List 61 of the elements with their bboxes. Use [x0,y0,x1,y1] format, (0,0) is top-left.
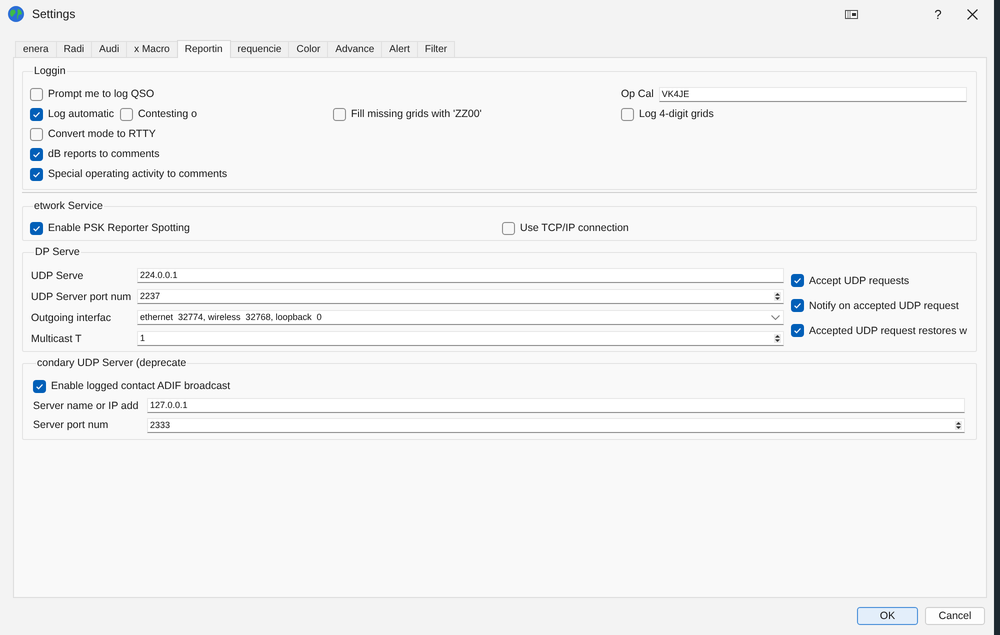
field-label: Op Cal [621,88,654,100]
checkbox[interactable] [791,324,804,337]
checkbox-label[interactable]: Accepted UDP request restores w [809,324,967,336]
spin-box[interactable]: 2237 [137,289,784,304]
tab[interactable]: enera [15,41,57,57]
checkbox-label[interactable]: Use TCP/IP connection [520,222,629,234]
spin-box[interactable]: 1 [137,331,784,346]
chevron-down-icon[interactable] [771,315,780,320]
spin-box[interactable]: 2333 [147,418,965,433]
tab[interactable]: Filter [416,41,456,57]
globe-icon [8,6,24,22]
text-field[interactable]: 127.0.0.1 [147,398,965,414]
window-icon[interactable] [845,10,858,18]
checkbox-label[interactable]: Accept UDP requests [809,274,910,286]
field-label: Multicast T [31,332,83,344]
checkbox[interactable] [30,148,43,160]
text-field[interactable]: VK4JE [658,86,967,102]
checkbox-label[interactable]: Contesting o [138,108,197,120]
checkbox[interactable] [30,168,43,180]
checkbox-label[interactable]: Enable PSK Reporter Spotting [48,222,190,234]
checkbox[interactable] [30,88,43,100]
spin-arrows-icon[interactable] [774,334,781,343]
text-field[interactable]: 224.0.0.1 [137,268,784,283]
field-label: Server name or IP add [33,400,140,412]
checkbox[interactable] [30,108,43,120]
group-title: DP Serve [34,246,81,258]
tab[interactable]: requencie [230,41,290,57]
checkbox[interactable] [502,222,515,234]
checkbox-label[interactable]: Log 4-digit grids [639,108,714,120]
help-button[interactable]: ? [926,0,950,28]
checkbox[interactable] [30,222,43,234]
checkbox[interactable] [33,380,46,392]
checkbox-label[interactable]: Prompt me to log QSO [48,88,154,100]
checkbox-label[interactable]: Special operating activity to comments [48,168,228,180]
tab[interactable]: Reportin [176,40,231,58]
checkbox-label[interactable]: Log automatic [48,108,114,120]
spin-arrows-icon[interactable] [955,420,962,430]
checkbox[interactable] [621,108,634,120]
checkbox-label[interactable]: Fill missing grids with 'ZZ00' [351,108,482,120]
checkbox[interactable] [333,108,346,120]
dialog-button[interactable]: Cancel [925,607,985,625]
field-label: Outgoing interfac [31,312,112,324]
close-icon [966,8,978,20]
checkbox[interactable] [791,274,804,287]
dropdown[interactable]: ethernet 32774, wireless 32768, loopback 0 [137,310,784,325]
window-title: Settings [32,7,76,21]
checkbox[interactable] [120,108,133,120]
checkbox[interactable] [30,128,43,140]
group-title: etwork Service [33,200,104,212]
checkbox[interactable] [791,299,804,312]
group-title: Loggin [33,65,67,77]
field-label: UDP Server port num [31,290,132,302]
checkbox-label[interactable]: Notify on accepted UDP request [809,300,959,312]
checkbox-label[interactable]: Enable logged contact ADIF broadcast [51,380,230,392]
checkbox-label[interactable]: Convert mode to RTTY [48,128,156,140]
checkbox-label[interactable]: dB reports to comments [48,148,160,160]
spin-arrows-icon[interactable] [774,292,781,301]
field-label: Server port num [33,419,110,432]
dialog-button[interactable]: OK [857,607,918,625]
group-title: condary UDP Server (deprecate [36,357,188,369]
field-label: UDP Serve [31,270,84,282]
